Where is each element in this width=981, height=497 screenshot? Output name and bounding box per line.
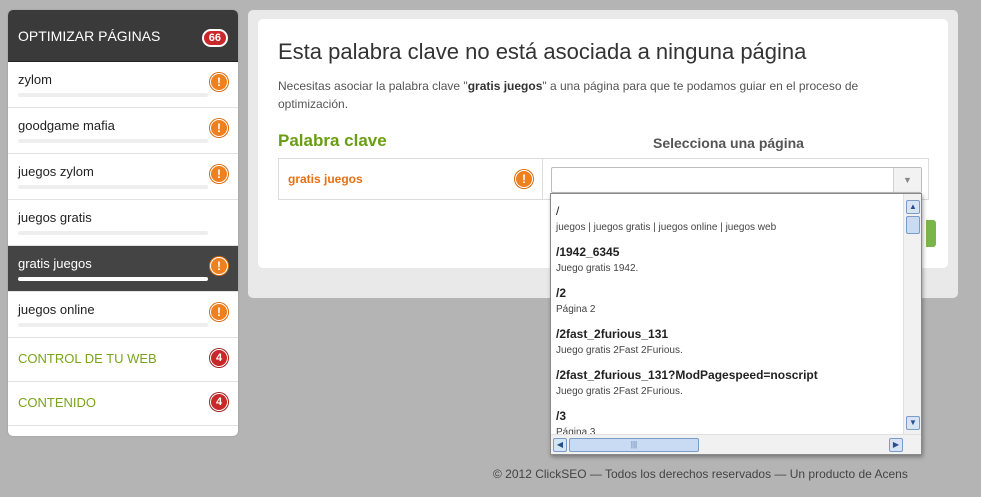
page-option-desc: Juego gratis 1942. (556, 263, 639, 274)
keyword-label: juegos online (18, 302, 95, 317)
footer-text: © 2012 ClickSEO — Todos los derechos res… (493, 467, 908, 481)
control-count-badge: 4 (210, 349, 228, 367)
desc-text-before: Necesitas asociar la palabra clave " (278, 79, 468, 93)
keyword-label: juegos zylom (18, 164, 94, 179)
sidebar-link-contenido[interactable]: CONTENIDO 4 (8, 382, 238, 426)
keyword-label: juegos gratis (18, 210, 92, 225)
page-select[interactable]: ▼ (551, 167, 922, 193)
pages-count-badge: 66 (201, 29, 228, 47)
sidebar-keyword-goodgame-mafia[interactable]: goodgame mafia ! (8, 108, 238, 154)
warning-icon: ! (210, 119, 228, 137)
sidebar-keyword-gratis-juegos[interactable]: gratis juegos ! (8, 246, 238, 292)
sidebar-keyword-juegos-zylom[interactable]: juegos zylom ! (8, 154, 238, 200)
page-option-desc: juegos | juegos gratis | juegos online |… (556, 222, 777, 233)
sidebar: OPTIMIZAR PÁGINAS 66 zylom ! goodgame ma… (8, 10, 238, 436)
scroll-down-icon[interactable]: ▼ (906, 416, 920, 430)
page-dropdown[interactable]: / juegos | juegos gratis | juegos online… (550, 193, 922, 455)
sidebar-keyword-zylom[interactable]: zylom ! (8, 62, 238, 108)
chevron-down-icon[interactable]: ▼ (893, 168, 921, 192)
horizontal-scrollbar[interactable]: ◀ ||| ▶ (551, 434, 921, 454)
page-options-list: / juegos | juegos gratis | juegos online… (551, 194, 903, 434)
page-option-desc: Juego gratis 2Fast 2Furious. (556, 345, 683, 356)
page-option-path: /1942_6345 (556, 245, 620, 259)
warning-icon: ! (210, 303, 228, 321)
page-description: Necesitas asociar la palabra clave "grat… (278, 77, 928, 113)
page-option[interactable]: /2fast_2furious_131 Juego gratis 2Fast 2… (551, 317, 903, 358)
scroll-right-icon[interactable]: ▶ (889, 438, 903, 452)
desc-keyword: gratis juegos (467, 79, 543, 93)
page-option[interactable]: / juegos | juegos gratis | juegos online… (551, 194, 903, 235)
sidebar-link-control-de-tu-web[interactable]: CONTROL DE TU WEB 4 (8, 338, 238, 382)
sidebar-header-label: OPTIMIZAR PÁGINAS (18, 27, 161, 44)
progress-bar (18, 277, 208, 281)
sidebar-keyword-juegos-gratis[interactable]: juegos gratis (8, 200, 238, 246)
keyword-label: zylom (18, 72, 52, 87)
page-option-path: /2fast_2furious_131?ModPagespeed=noscrip… (556, 368, 818, 382)
progress-bar (18, 231, 208, 235)
horizontal-scroll-thumb[interactable]: ||| (569, 438, 699, 452)
keyword-label: goodgame mafia (18, 118, 115, 133)
progress-bar (18, 139, 208, 143)
vertical-scrollbar[interactable]: ▲ ▼ (903, 194, 921, 434)
page-option[interactable]: /2fast_2furious_131?ModPagespeed=noscrip… (551, 358, 903, 399)
scroll-left-icon[interactable]: ◀ (553, 438, 567, 452)
keyword-name: gratis juegos (288, 172, 363, 186)
warning-icon: ! (210, 257, 228, 275)
progress-bar (18, 93, 208, 97)
page-option-path: /3 (556, 409, 567, 423)
page-option[interactable]: /3 Página 3 (551, 399, 903, 434)
keyword-column-header: Palabra clave (278, 131, 387, 150)
page-column-header: Selecciona una página (653, 135, 804, 151)
warning-icon: ! (210, 165, 228, 183)
progress-bar (18, 323, 208, 327)
keyword-cell: gratis juegos ! (279, 159, 543, 199)
page-option-desc: Página 3 (556, 427, 596, 434)
sidebar-header-optimizar-paginas[interactable]: OPTIMIZAR PÁGINAS 66 (8, 10, 238, 62)
contenido-count-badge: 4 (210, 393, 228, 411)
keyword-label: gratis juegos (18, 256, 92, 271)
page-option-desc: Juego gratis 2Fast 2Furious. (556, 386, 683, 397)
sidebar-keyword-juegos-online[interactable]: juegos online ! (8, 292, 238, 338)
page-option-desc: Página 2 (556, 304, 596, 315)
sidebar-link-label: CONTENIDO (18, 395, 96, 410)
vertical-scroll-thumb[interactable] (906, 216, 920, 234)
page-option-path: /2 (556, 286, 567, 300)
page-option[interactable]: /2 Página 2 (551, 276, 903, 317)
page-option[interactable]: /1942_6345 Juego gratis 1942. (551, 235, 903, 276)
page-option-path: / (556, 204, 560, 218)
scroll-up-icon[interactable]: ▲ (906, 200, 920, 214)
save-button[interactable] (926, 220, 936, 247)
progress-bar (18, 185, 208, 189)
sidebar-link-label: CONTROL DE TU WEB (18, 351, 157, 366)
warning-icon: ! (515, 170, 533, 188)
warning-icon: ! (210, 73, 228, 91)
page-title: Esta palabra clave no está asociada a ni… (278, 39, 807, 64)
page-option-path: /2fast_2furious_131 (556, 327, 669, 341)
